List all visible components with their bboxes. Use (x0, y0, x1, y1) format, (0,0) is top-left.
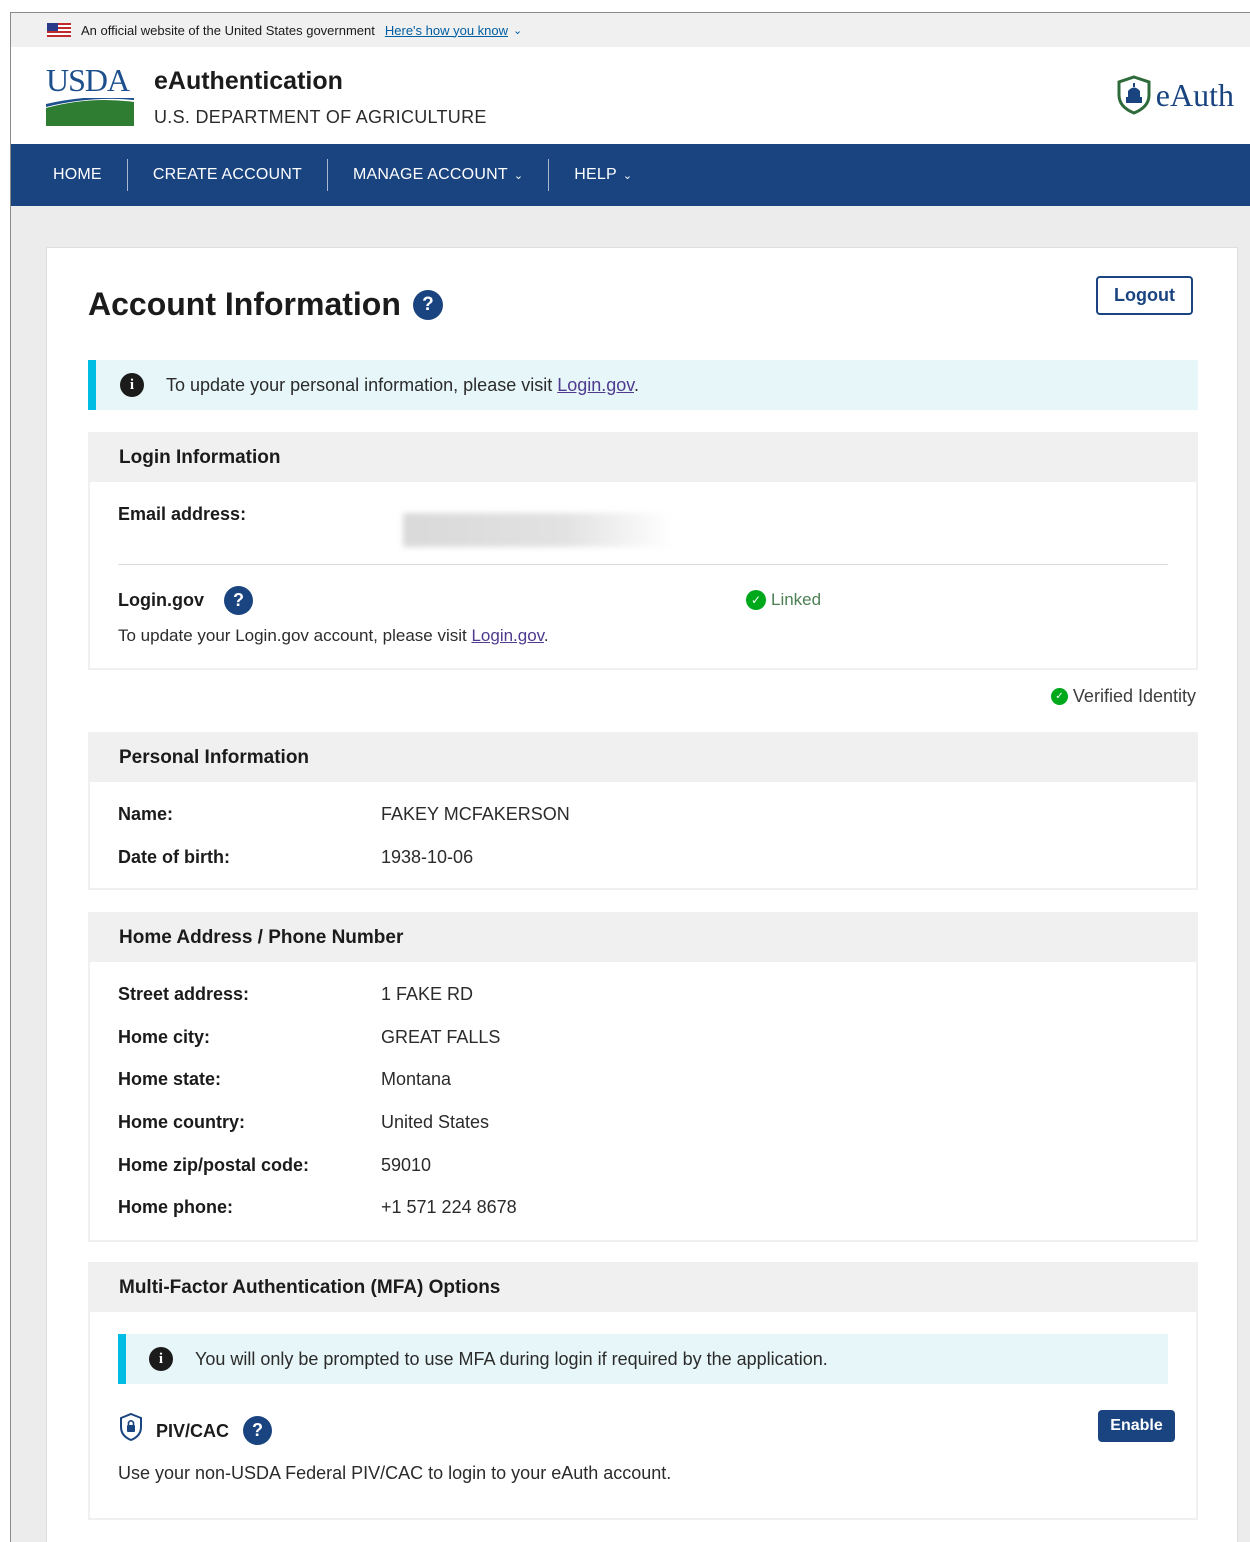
usda-logo[interactable]: USDA (46, 64, 134, 128)
chevron-down-icon: ⌄ (513, 170, 524, 182)
nav-create-account-label: CREATE ACCOUNT (152, 166, 302, 183)
info-icon: i (120, 373, 144, 397)
field-label: Home phone: (118, 1197, 233, 1217)
main-nav: HOME CREATE ACCOUNT MANAGE ACCOUNT ⌄ HELP… (11, 144, 1250, 206)
field-value: United States (381, 1112, 490, 1132)
address-section: Home Address / Phone Number Street addre… (88, 912, 1198, 1242)
field-label: Home zip/postal code: (118, 1155, 310, 1175)
login-gov-desc-suffix: . (543, 626, 549, 645)
usda-logo-text: USDA (46, 62, 130, 98)
login-gov-label: Login.gov (118, 590, 204, 610)
section-heading: Personal Information (90, 734, 1196, 782)
info-alert-suffix: . (633, 374, 639, 395)
field-value: 1938-10-06 (381, 847, 474, 867)
mfa-info-alert-text: You will only be prompted to use MFA dur… (195, 1348, 828, 1369)
field-label: Home city: (118, 1027, 211, 1047)
help-icon[interactable]: ? (243, 1416, 273, 1445)
mfa-info-alert: i You will only be prompted to use MFA d… (118, 1334, 1168, 1384)
verified-identity-text: Verified Identity (1072, 686, 1196, 706)
check-circle-icon: ✓ (746, 590, 766, 610)
page-title-text: Account Information (88, 286, 401, 322)
check-circle-icon: ✓ (1050, 688, 1068, 705)
linked-status: ✓ Linked (746, 590, 821, 610)
info-icon: i (149, 1347, 173, 1371)
field-label: Date of birth: (118, 847, 230, 867)
nav-home-label: HOME (53, 166, 102, 183)
verified-identity-badge: ✓ Verified Identity (1050, 686, 1196, 707)
capitol-shield-icon (1117, 75, 1151, 115)
mfa-section: Multi-Factor Authentication (MFA) Option… (88, 1262, 1198, 1520)
gov-banner: An official website of the United States… (11, 13, 1250, 47)
field-label: Street address: (118, 984, 250, 1004)
chevron-down-icon: ⌄ (622, 170, 633, 182)
field-label: Home country: (118, 1112, 246, 1132)
section-heading: Home Address / Phone Number (90, 914, 1196, 962)
piv-cac-label: PIV/CAC (156, 1421, 230, 1441)
nav-manage-account-label: MANAGE ACCOUNT (353, 166, 508, 183)
section-divider (118, 564, 1168, 565)
login-gov-link[interactable]: Login.gov (471, 626, 543, 645)
field-value: 59010 (381, 1155, 432, 1175)
field-value: Montana (381, 1069, 452, 1089)
field-value: +1 571 224 8678 (381, 1197, 517, 1217)
field-value: GREAT FALLS (381, 1027, 501, 1047)
nav-create-account[interactable]: CREATE ACCOUNT (128, 159, 327, 191)
info-alert-text: To update your personal information, ple… (166, 375, 639, 396)
section-heading: Login Information (90, 434, 1196, 482)
field-value: FAKEY MCFAKERSON (381, 804, 570, 824)
field-value: 1 FAKE RD (381, 984, 474, 1004)
nav-home[interactable]: HOME (11, 159, 127, 191)
login-info-section: Login Information Email address: Login.g… (88, 432, 1198, 670)
nav-manage-account[interactable]: MANAGE ACCOUNT ⌄ (328, 159, 548, 191)
nav-help-label: HELP (574, 166, 617, 183)
personal-info-section: Personal Information Name: FAKEY MCFAKER… (88, 732, 1198, 890)
email-value-redacted (403, 513, 673, 547)
help-icon[interactable]: ? (412, 289, 443, 320)
logout-button[interactable]: Logout (1096, 276, 1193, 315)
site-title: eAuthentication (154, 67, 343, 95)
login-gov-link[interactable]: Login.gov (557, 375, 634, 395)
info-alert-prefix: To update your personal information, ple… (166, 374, 558, 395)
login-gov-desc-prefix: To update your Login.gov account, please… (118, 626, 472, 645)
info-alert: i To update your personal information, p… (88, 360, 1198, 410)
how-you-know-link[interactable]: Here's how you know (385, 23, 508, 38)
account-card: Account Information ? Logout i To update… (46, 247, 1238, 1542)
usda-logo-graphic-icon (46, 98, 134, 126)
eauth-logo-text: eAuth (1155, 76, 1234, 113)
login-gov-row: Login.gov ? (118, 586, 253, 615)
help-icon[interactable]: ? (223, 586, 253, 615)
nav-help[interactable]: HELP ⌄ (549, 159, 657, 191)
gov-banner-text: An official website of the United States… (81, 22, 375, 38)
shield-lock-icon (120, 1412, 142, 1441)
us-flag-icon (47, 23, 71, 37)
login-gov-desc: To update your Login.gov account, please… (118, 626, 549, 646)
enable-piv-cac-button[interactable]: Enable (1098, 1410, 1175, 1442)
eauth-logo[interactable]: eAuth (1116, 75, 1234, 115)
piv-cac-row: PIV/CAC ? (118, 1408, 273, 1445)
browser-frame: An official website of the United States… (10, 12, 1250, 1542)
field-label: Name: (118, 804, 174, 824)
section-heading: Multi-Factor Authentication (MFA) Option… (90, 1264, 1196, 1312)
field-label: Home state: (118, 1069, 222, 1089)
page-title: Account Information ? (88, 286, 443, 323)
chevron-down-icon[interactable]: ⌄ (513, 24, 522, 37)
linked-status-text: Linked (771, 590, 822, 609)
email-label: Email address: (118, 504, 247, 524)
site-header: USDA eAuthentication U.S. DEPARTMENT OF … (11, 47, 1250, 144)
piv-cac-desc: Use your non-USDA Federal PIV/CAC to log… (118, 1463, 672, 1483)
site-subtitle: U.S. DEPARTMENT OF AGRICULTURE (154, 107, 487, 127)
